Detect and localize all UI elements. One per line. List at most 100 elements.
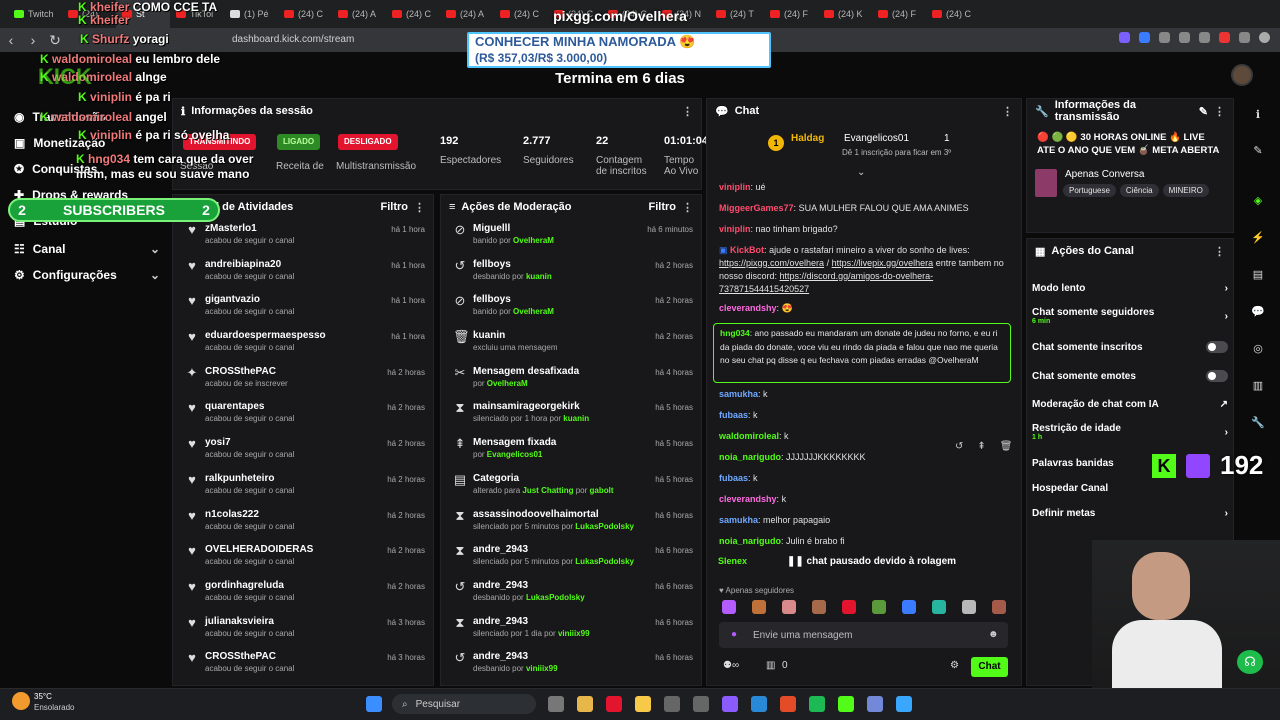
extension-icon[interactable]	[1119, 32, 1130, 43]
browser-tab[interactable]: (24) C	[926, 0, 980, 28]
browser-tab[interactable]: (24) F	[872, 0, 926, 28]
info-icon[interactable]: ℹ	[1251, 108, 1265, 122]
emote[interactable]	[962, 600, 976, 614]
broadcast-icon[interactable]: ◎	[1251, 342, 1265, 356]
filter-button[interactable]: Filtro	[649, 201, 677, 213]
emote[interactable]	[812, 600, 826, 614]
more-icon[interactable]: ⋮	[682, 105, 693, 118]
channel-action-row[interactable]: Hospedar Canal	[1032, 483, 1228, 494]
tag[interactable]: MINEIRO	[1162, 184, 1209, 197]
activity-row[interactable]: ♥ OVELHERADOIDERAS acabou de seguir o cana…	[173, 540, 433, 576]
browser-tab[interactable]: (24) C	[278, 0, 332, 28]
moderation-row[interactable]: ↺ andre_2943 desbanido por LukasPodolsky há…	[441, 576, 701, 612]
activity-row[interactable]: ✦ CROSSthePAC acabou de se inscrever há 2 h…	[173, 362, 433, 398]
moderation-row[interactable]: ↺ andre_2943 desbanido por viniiix99 há 6 h…	[441, 647, 701, 683]
emote[interactable]	[842, 600, 856, 614]
channel-action-row[interactable]: Chat somente emotes	[1032, 370, 1228, 382]
sidebar-item-canal[interactable]: ☷ Canal ⌄	[14, 242, 160, 256]
profile-icon[interactable]	[1259, 32, 1270, 43]
more-icon[interactable]: ⋮	[1214, 245, 1225, 258]
taskbar-app-icon[interactable]	[867, 696, 883, 712]
moderation-row[interactable]: ⧗ mainsamirageorgekirk silenciado por 1 ho…	[441, 397, 701, 433]
browser-tab[interactable]: (24) T	[710, 0, 764, 28]
taskbar-app-icon[interactable]	[809, 696, 825, 712]
sidebar-item-configuracoes[interactable]: ⚙ Configurações ⌄	[14, 268, 160, 282]
browser-tab[interactable]: (24) C	[386, 0, 440, 28]
taskbar-app-icon[interactable]	[780, 696, 796, 712]
channel-action-row[interactable]: Chat somente seguidores 6 min ›	[1032, 307, 1228, 325]
activity-row[interactable]: ♥ eduardoespermaespesso acabou de seguir o…	[173, 326, 433, 362]
moderation-row[interactable]: ✂ Mensagem desafixada por OvelheraM há 4 ho…	[441, 362, 701, 398]
emote[interactable]	[752, 600, 766, 614]
moderation-row[interactable]: ▤ Categoria alterado para Just Chatting po…	[441, 469, 701, 505]
moderation-row[interactable]: 🗑 kuanin excluiu uma mensagem há 2 horas	[441, 326, 701, 362]
activity-row[interactable]: ♥ yosi7 acabou de seguir o canal há 2 horas	[173, 433, 433, 469]
url-field[interactable]: dashboard.kick.com/stream	[232, 34, 354, 45]
emote[interactable]	[872, 600, 886, 614]
emote[interactable]	[992, 600, 1006, 614]
extension-icon[interactable]	[1219, 32, 1230, 43]
refresh-icon[interactable]: ↻	[44, 32, 66, 49]
taskbar-app-icon[interactable]	[606, 696, 622, 712]
activity-row[interactable]: ♥ julianaksvieira acabou de seguir o canal…	[173, 612, 433, 648]
browser-tab[interactable]: (24) A	[440, 0, 494, 28]
chat-input[interactable]: Envie uma mensagem	[719, 622, 1008, 648]
moderation-row[interactable]: ⧗ andre_2943 silenciado por 1 dia por vini…	[441, 612, 701, 648]
category-name[interactable]: Apenas Conversa	[1065, 169, 1145, 180]
browser-tab[interactable]: Twitch	[8, 0, 62, 28]
back-icon[interactable]: ‹	[0, 32, 22, 48]
emote[interactable]	[932, 600, 946, 614]
taskbar-app-icon[interactable]	[548, 696, 564, 712]
taskbar-app-icon[interactable]	[693, 696, 709, 712]
edit-icon[interactable]: ✎	[1251, 144, 1265, 158]
pin-icon[interactable]: ⇞	[977, 441, 985, 452]
taskbar-search[interactable]: ⌕ Pesquisar	[392, 694, 536, 714]
edit-icon[interactable]: ✎	[1199, 105, 1208, 118]
more-icon[interactable]: ⋮	[414, 201, 425, 214]
emoji-icon[interactable]: ☻	[988, 629, 999, 640]
activity-row[interactable]: ♥ gigantvazio acabou de seguir o canal há 1…	[173, 290, 433, 326]
link[interactable]: https://livepix.gg/ovelhera	[832, 258, 934, 268]
browser-tab[interactable]: (1) Pé	[224, 0, 278, 28]
browser-tab[interactable]: (24) K	[818, 0, 872, 28]
activity-row[interactable]: ♥ CROSSthePAC acabou de seguir o canal há 3…	[173, 647, 433, 683]
windows-start-icon[interactable]	[366, 696, 382, 712]
tag[interactable]: Portuguese	[1063, 184, 1116, 197]
filter-button[interactable]: Filtro	[381, 201, 409, 213]
taskbar-app-icon[interactable]	[751, 696, 767, 712]
activity-row[interactable]: ♥ zMasterlo1 acabou de seguir o canal há 1 …	[173, 219, 433, 255]
activity-row[interactable]: ♥ quarentapes acabou de seguir o canal há 2…	[173, 397, 433, 433]
moderation-row[interactable]: ⧗ andre_2943 silenciado por 5 minutos por …	[441, 540, 701, 576]
gear-icon[interactable]: ⚙	[950, 660, 959, 671]
activity-row[interactable]: ♥ andreibiapina20 acabou de seguir o canal…	[173, 255, 433, 291]
layout-icon[interactable]: ▥	[1251, 379, 1265, 393]
moderation-row[interactable]: ⊘ Miguelll banido por OvelheraM há 6 minuto…	[441, 219, 701, 255]
channel-action-row[interactable]: Modo lento ›	[1032, 283, 1228, 294]
moderation-row[interactable]: ⊘ fellboys banido por OvelheraM há 2 horas	[441, 290, 701, 326]
bolt-icon[interactable]: ⚡	[1251, 231, 1265, 245]
avatar[interactable]	[1231, 64, 1253, 86]
channel-action-row[interactable]: Restrição de idade 1 h ›	[1032, 423, 1228, 441]
trash-icon[interactable]: 🗑	[1000, 441, 1013, 452]
shield-icon[interactable]: ◈	[1251, 194, 1265, 208]
moderation-row[interactable]: ⇞ Mensagem fixada por Evangelicos01 há 5 ho…	[441, 433, 701, 469]
browser-tab[interactable]: (24) A	[332, 0, 386, 28]
headset-icon[interactable]: ☊	[1237, 650, 1263, 674]
wrench-icon[interactable]: 🔧	[1251, 416, 1265, 430]
chat-paused-notice[interactable]: ❚❚ chat pausado devido à rolagem	[787, 556, 956, 567]
forward-icon[interactable]: ›	[22, 32, 44, 48]
gift-icon[interactable]: ▥	[766, 660, 775, 671]
moderation-row[interactable]: ↺ fellboys desbanido por kuanin há 2 horas	[441, 255, 701, 291]
users-icon[interactable]: ⚉∞	[723, 660, 739, 671]
channel-action-row[interactable]: Definir metas ›	[1032, 508, 1228, 519]
link[interactable]: https://pixgg.com/ovelhera	[719, 258, 824, 268]
more-icon[interactable]: ⋮	[1214, 105, 1225, 118]
category-thumbnail[interactable]	[1035, 169, 1057, 197]
extension-icon[interactable]	[1179, 32, 1190, 43]
mic-icon[interactable]: ●	[731, 629, 737, 640]
emote[interactable]	[782, 600, 796, 614]
browser-tab[interactable]: (24) F	[764, 0, 818, 28]
taskbar-app-icon[interactable]	[838, 696, 854, 712]
activity-row[interactable]: ♥ gordinhagreluda acabou de seguir o canal…	[173, 576, 433, 612]
toggle-switch[interactable]	[1206, 341, 1228, 353]
